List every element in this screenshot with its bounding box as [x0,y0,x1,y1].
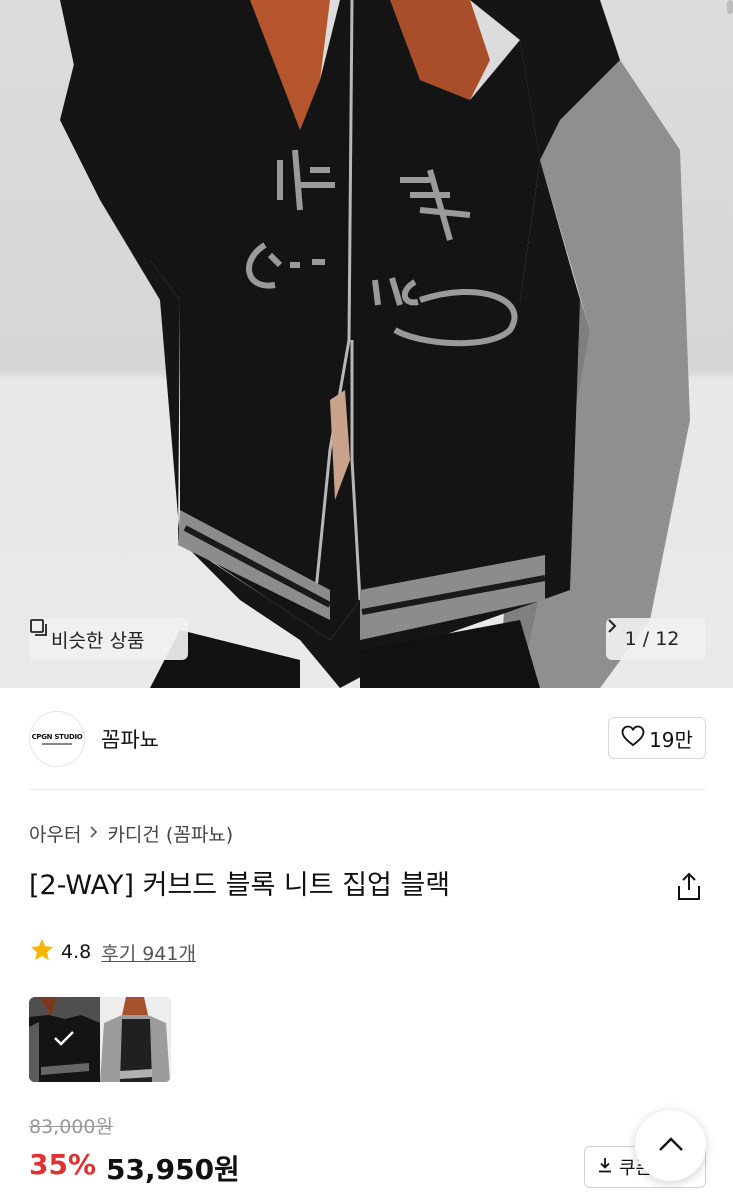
scroll-indicator [727,0,733,14]
download-icon [597,1156,613,1178]
sale-price: 53,950원 [106,1153,240,1186]
image-counter-button[interactable]: 1 / 12 [606,618,706,660]
product-photo [60,0,690,688]
divider [29,789,706,790]
product-title: [2-WAY] 커브드 블록 니트 집업 블랙 [29,870,451,901]
brand-logo-text: CPGN STUDIO [31,733,83,741]
breadcrumb-item-outer[interactable]: 아우터 [29,820,81,847]
color-options [29,997,171,1082]
brand-like-button[interactable]: 19만 [608,717,706,759]
breadcrumb-item-cardigan[interactable]: 카디건 (꼼파뇨) [107,820,233,847]
product-image-gallery[interactable]: 비슷한 상품 1 / 12 [0,0,733,688]
rating-row: 4.8 후기 941개 [29,936,196,968]
color-option-gray[interactable] [100,997,171,1082]
brand-like-count: 19만 [649,727,693,752]
share-icon [673,872,705,908]
brand-row: CPGN STUDIO 꼼파뇨 19만 [29,711,706,767]
brand-name[interactable]: 꼼파뇨 [101,724,159,754]
original-price: 83,000원 [29,1116,113,1138]
brand-logo[interactable]: CPGN STUDIO [29,711,85,767]
discount-rate: 35% [29,1148,97,1181]
chevron-up-icon [657,1135,685,1157]
color-option-black[interactable] [29,997,100,1082]
image-counter: 1 / 12 [624,628,680,650]
similar-items-button[interactable]: 비슷한 상품 [29,618,188,660]
similar-items-label: 비슷한 상품 [51,629,145,652]
review-count-link[interactable]: 후기 941개 [101,939,196,966]
star-icon [29,937,55,967]
brand-logo-underline [42,743,72,745]
share-button[interactable] [673,870,705,904]
scroll-to-top-button[interactable] [635,1110,706,1181]
heart-icon [621,725,645,751]
breadcrumb: 아우터 카디건 (꼼파뇨) [29,818,233,848]
chevron-right-icon [89,822,99,844]
checkmark-icon [53,1029,75,1051]
rating-score: 4.8 [61,941,92,963]
